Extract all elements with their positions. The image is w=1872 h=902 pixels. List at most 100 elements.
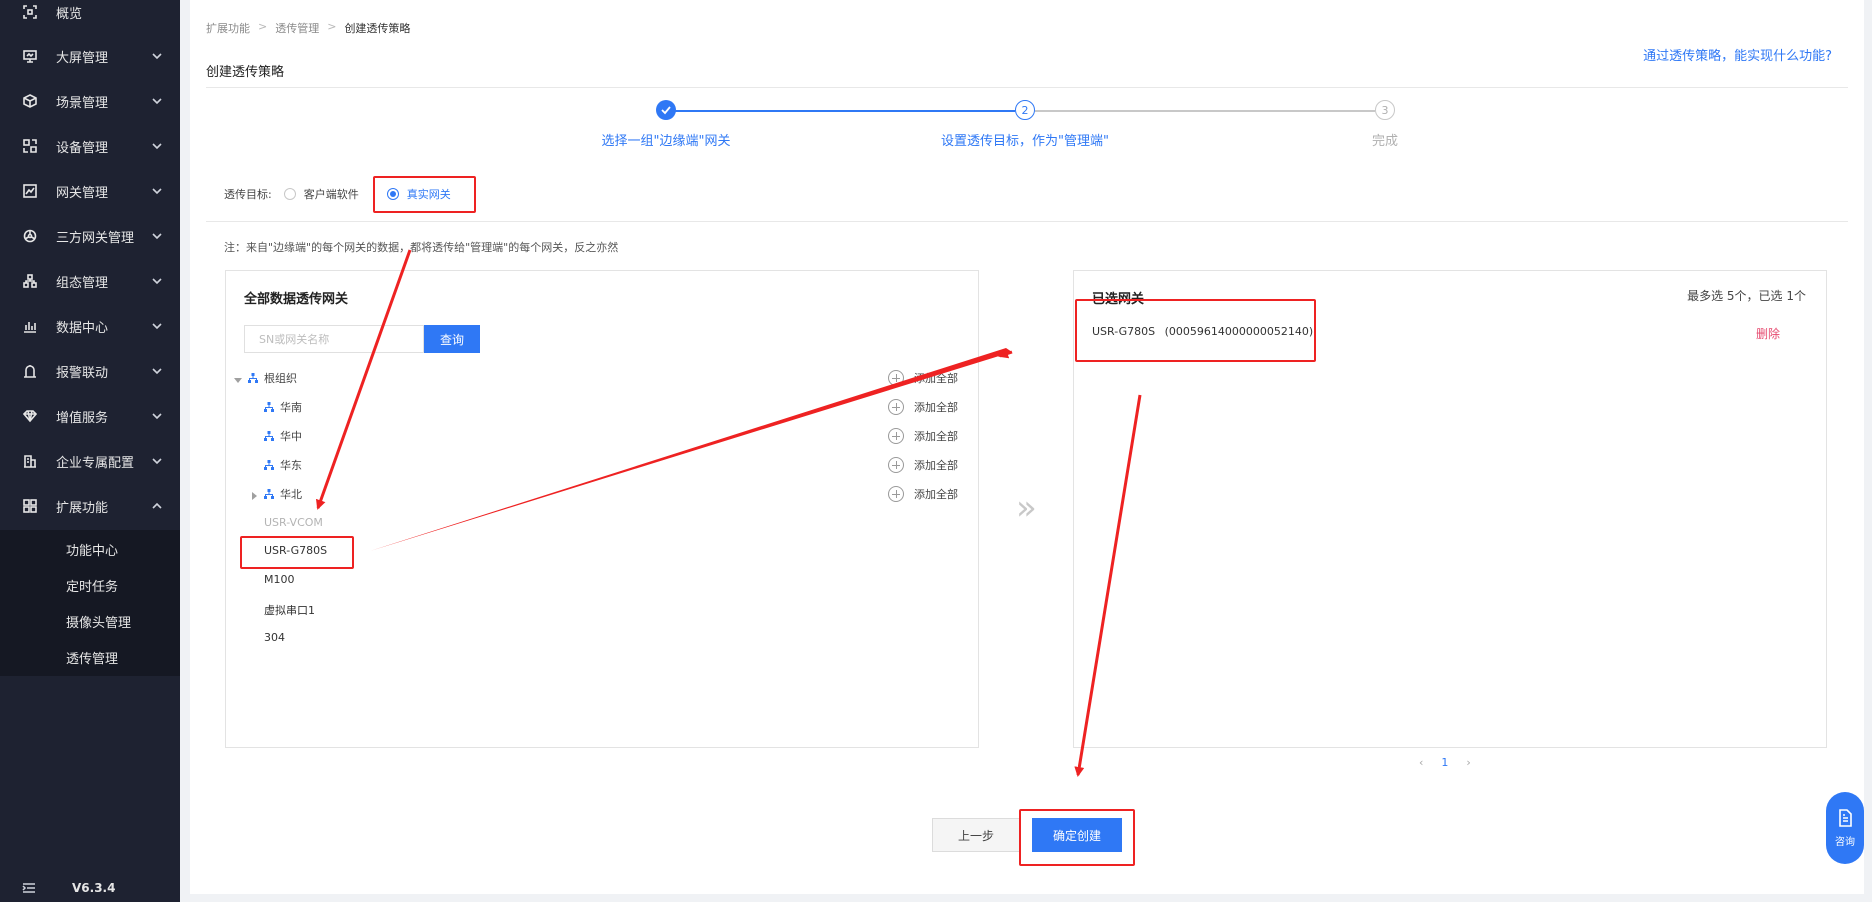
scene-icon: [22, 93, 38, 109]
selected-gateway-item: USR-G780S (00059614000000052140): [1092, 325, 1313, 338]
search-button[interactable]: 查询: [424, 325, 480, 353]
add-all-label: 添加全部: [914, 430, 958, 443]
chevron-down-icon: [152, 50, 162, 60]
plus-circle-icon: [888, 486, 904, 502]
add-all-label: 添加全部: [914, 372, 958, 385]
sidebar-item-config[interactable]: 组态管理: [0, 259, 180, 303]
diamond-icon: [22, 408, 38, 424]
plus-circle-icon: [888, 399, 904, 415]
sidebar-item-extension[interactable]: 扩展功能: [0, 484, 180, 528]
panel-title: 全部数据透传网关: [244, 292, 349, 307]
step-connector: [675, 110, 1015, 112]
step-3-indicator: 3: [1375, 100, 1395, 120]
option-client-software-label[interactable]: 客户端软件: [304, 186, 359, 202]
tree-node-label: 华北: [280, 488, 302, 501]
plus-circle-icon: [888, 370, 904, 386]
org-tree-icon: [264, 460, 274, 470]
sidebar-item-label: 增值服务: [56, 410, 109, 426]
sidebar-item-alarm[interactable]: 报警联动: [0, 349, 180, 393]
sidebar-item-label: 三方网关管理: [56, 230, 135, 246]
option-real-gateway-label[interactable]: 真实网关: [407, 186, 451, 202]
sidebar-item-label: 场景管理: [56, 95, 109, 111]
document-icon: [1839, 808, 1852, 827]
add-all-button[interactable]: 添加全部: [888, 456, 958, 474]
search-input[interactable]: [244, 325, 424, 353]
overview-icon: [22, 4, 38, 20]
chevron-down-icon: [152, 455, 162, 465]
sidebar-subitem-camera[interactable]: 摄像头管理: [66, 612, 131, 631]
radio-client-software[interactable]: [283, 188, 296, 200]
sidebar-item-third-party[interactable]: 三方网关管理: [0, 214, 180, 258]
breadcrumb-item[interactable]: 扩展功能: [206, 20, 250, 36]
gateway-list-item[interactable]: 304: [264, 631, 285, 644]
step-2-indicator: 2: [1015, 100, 1035, 120]
sidebar-item-value-added[interactable]: 增值服务: [0, 394, 180, 438]
add-all-button[interactable]: 添加全部: [888, 398, 958, 416]
alarm-icon: [22, 363, 38, 379]
tree-node-label: 华东: [280, 459, 302, 472]
selection-limit-text: 最多选 5个，已选 1个: [1687, 289, 1806, 303]
tree-node-label: 根组织: [264, 372, 297, 385]
sidebar-submenu: 功能中心 定时任务 摄像头管理 透传管理: [0, 530, 180, 676]
sidebar-item-data[interactable]: 数据中心: [0, 304, 180, 348]
chevron-down-icon: [152, 95, 162, 105]
divider: [206, 87, 1848, 88]
step-1-label: 选择一组"边缘端"网关: [601, 134, 731, 149]
caret-down-icon[interactable]: [234, 374, 242, 383]
sidebar-item-label: 网关管理: [56, 185, 109, 201]
tree-node-east-china[interactable]: 华东: [264, 456, 302, 474]
sidebar-subitem-scheduled-task[interactable]: 定时任务: [66, 576, 118, 595]
next-page-icon[interactable]: ›: [1466, 756, 1470, 769]
gateway-list-item[interactable]: M100: [264, 573, 295, 586]
target-selector: 透传目标: 客户端软件 真实网关: [224, 186, 451, 202]
tree-node-root[interactable]: 根组织: [234, 369, 297, 387]
chevron-down-icon: [152, 320, 162, 330]
org-tree-icon: [264, 402, 274, 412]
tree-node-central-china[interactable]: 华中: [264, 427, 302, 445]
tree-node-north-china[interactable]: 华北: [250, 485, 302, 503]
gateway-list-item[interactable]: USR-G780S: [264, 544, 327, 557]
screen-icon: [22, 48, 38, 64]
previous-step-button[interactable]: 上一步: [932, 818, 1020, 852]
sidebar-subitem-passthrough[interactable]: 透传管理: [66, 648, 118, 667]
sidebar-subitem-function-center[interactable]: 功能中心: [66, 540, 118, 559]
divider: [206, 221, 1848, 222]
data-icon: [22, 318, 38, 334]
page-number[interactable]: 1: [1441, 756, 1448, 769]
breadcrumb-item[interactable]: 透传管理: [275, 20, 319, 36]
delete-button[interactable]: 删除: [1756, 325, 1780, 342]
chevron-up-icon: [152, 500, 162, 510]
help-link[interactable]: 通过透传策略，能实现什么功能?: [1643, 45, 1832, 64]
collapse-menu-icon[interactable]: [22, 881, 36, 895]
radio-real-gateway[interactable]: [386, 188, 399, 200]
step-connector: [1035, 110, 1375, 112]
sidebar-item-device[interactable]: 设备管理: [0, 124, 180, 168]
sidebar-item-screen[interactable]: 大屏管理: [0, 34, 180, 78]
panel-title: 已选网关: [1092, 292, 1145, 307]
consult-button[interactable]: 咨询: [1826, 792, 1864, 864]
chevron-down-icon: [152, 140, 162, 150]
sidebar-item-enterprise[interactable]: 企业专属配置: [0, 439, 180, 483]
enterprise-icon: [22, 453, 38, 469]
chevron-down-icon: [152, 365, 162, 375]
add-all-button[interactable]: 添加全部: [888, 485, 958, 503]
sidebar: 概览 大屏管理 场景管理 设备管理 网关管理 三方网关管理 组态管理 数据中心 …: [0, 0, 180, 902]
sidebar-item-label: 企业专属配置: [56, 455, 135, 471]
breadcrumb: 扩展功能 > 透传管理 > 创建透传策略: [206, 20, 410, 36]
confirm-create-button[interactable]: 确定创建: [1032, 818, 1122, 852]
gateway-list-item: USR-VCOM: [264, 516, 323, 529]
tree-node-south-china[interactable]: 华南: [264, 398, 302, 416]
add-all-button[interactable]: 添加全部: [888, 369, 958, 387]
sidebar-item-overview[interactable]: 概览: [0, 0, 180, 34]
sidebar-item-gateway[interactable]: 网关管理: [0, 169, 180, 213]
selected-gateway-sn: (00059614000000052140): [1164, 325, 1314, 338]
selected-gateway-name: USR-G780S: [1092, 325, 1156, 338]
chevron-down-icon: [152, 410, 162, 420]
sidebar-item-label: 报警联动: [56, 365, 109, 381]
target-label: 透传目标:: [224, 188, 272, 201]
add-all-button[interactable]: 添加全部: [888, 427, 958, 445]
prev-page-icon[interactable]: ‹: [1419, 756, 1423, 769]
caret-right-icon[interactable]: [250, 490, 258, 500]
gateway-list-item[interactable]: 虚拟串口1: [264, 602, 315, 618]
sidebar-item-scene[interactable]: 场景管理: [0, 79, 180, 123]
